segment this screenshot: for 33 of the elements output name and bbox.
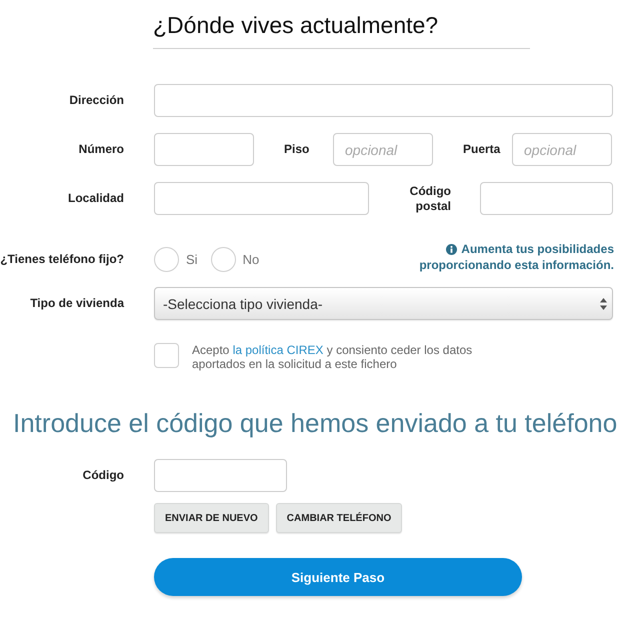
info-icon bbox=[446, 244, 458, 254]
field-label: Código bbox=[82, 468, 124, 483]
consent-checkbox[interactable] bbox=[154, 343, 179, 368]
radio-label: Si bbox=[186, 252, 198, 266]
code-section-title: Introduce el código que hemos enviado a tu teléfono bbox=[13, 408, 618, 438]
radio-button[interactable] bbox=[210, 246, 236, 272]
field-label: ¿Tienes teléfono fijo? bbox=[0, 252, 124, 266]
field-label: Código postal bbox=[408, 184, 451, 214]
field-label: Piso bbox=[284, 142, 310, 157]
input-field[interactable]: opcional bbox=[333, 133, 433, 166]
input-field[interactable] bbox=[154, 133, 254, 166]
field-label: Localidad bbox=[68, 191, 124, 206]
input-field[interactable] bbox=[154, 459, 287, 492]
input-field[interactable]: opcional bbox=[512, 133, 612, 166]
field-label: Tipo de vivienda bbox=[30, 296, 124, 311]
hint-text: proporcionando esta información. bbox=[419, 257, 614, 273]
input-field[interactable] bbox=[480, 182, 613, 215]
field-label: Puerta bbox=[463, 142, 502, 157]
housing-type-select[interactable]: -Selecciona tipo vivienda- bbox=[154, 287, 613, 320]
field-label: Dirección bbox=[69, 93, 124, 108]
input-field[interactable] bbox=[154, 182, 369, 215]
secondary-button[interactable]: CAMBIAR TELÉFONO bbox=[276, 503, 402, 533]
secondary-button[interactable]: ENVIAR DE NUEVO bbox=[154, 503, 269, 533]
radio-button[interactable] bbox=[154, 246, 179, 272]
policy-link[interactable]: la política CIREX bbox=[232, 343, 324, 357]
consent-text: Acepto la política CIREX y consiento ceder los datos aportados en la solicitud a este fichero bbox=[192, 343, 474, 371]
hint-text: Aumenta tus posibilidades bbox=[461, 241, 614, 257]
input-field[interactable] bbox=[154, 84, 613, 117]
radio-label: No bbox=[242, 252, 260, 266]
select-arrows-icon bbox=[600, 298, 607, 310]
field-label: Número bbox=[78, 142, 124, 157]
next-step-button[interactable]: Siguiente Paso bbox=[154, 558, 522, 596]
section-title: ¿Dónde vives actualmente? bbox=[153, 11, 438, 40]
